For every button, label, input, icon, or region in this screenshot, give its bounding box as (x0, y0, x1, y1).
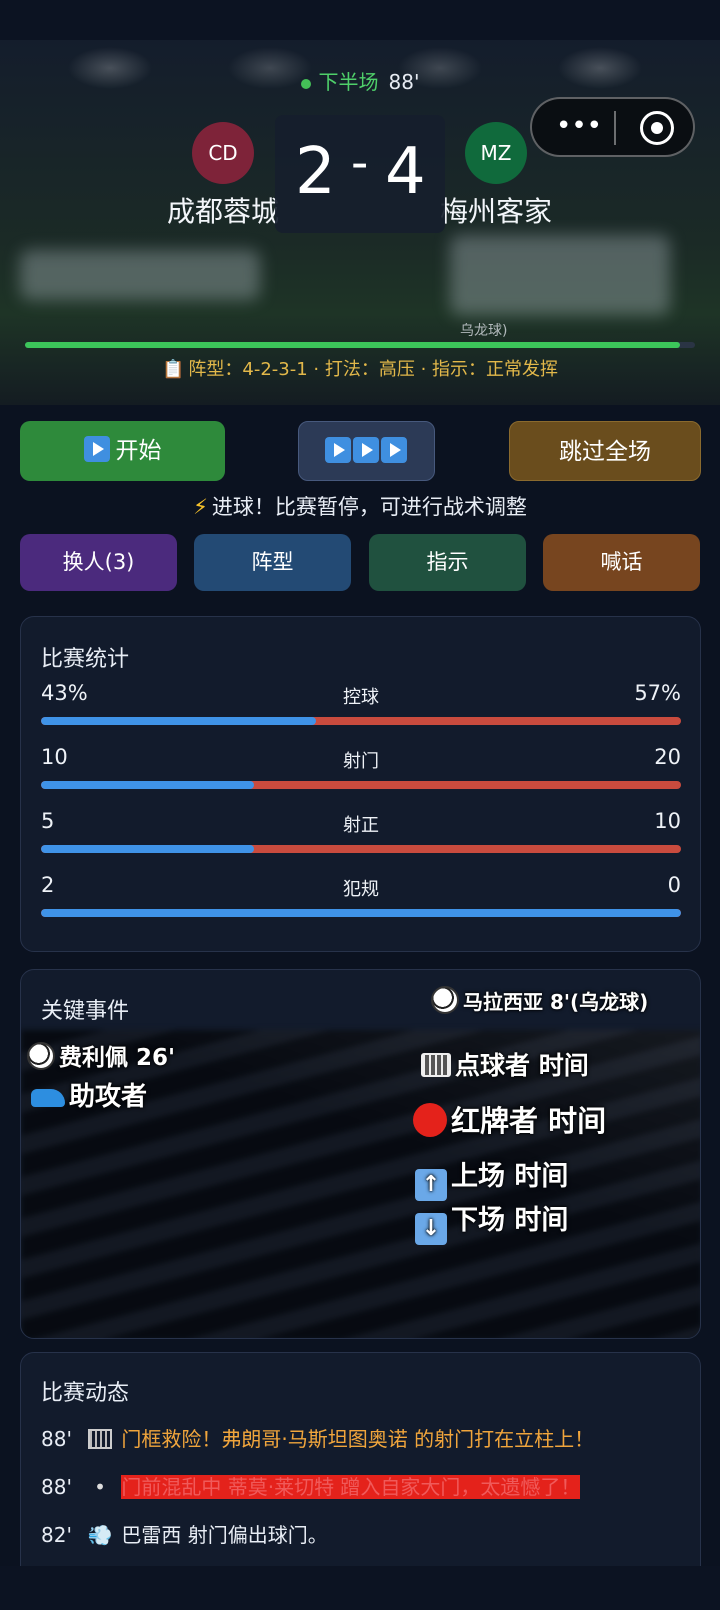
dot-icon: • (94, 1475, 106, 1499)
feed-text: 门前混乱中 蒂莫·莱切特 蹭入自家大门，太遗憾了！ (121, 1475, 581, 1499)
play-icon (380, 437, 407, 463)
wind-icon: 💨 (87, 1523, 113, 1547)
event-hint: 乌龙球) (460, 323, 508, 339)
away-score: 4 (385, 135, 426, 209)
tactics-summary: 📋 阵型：4-2-3-1 · 打法：高压 · 指示：正常发挥 (0, 355, 720, 381)
feed-item: 82' 💨 巴雷西 射门偏出球门。 (41, 1519, 691, 1548)
red-circle-icon (413, 1103, 447, 1137)
event-text: 下场 时间 (451, 1205, 569, 1236)
stat-row-shots-on-target: 5 射正 10 (41, 809, 681, 853)
stat-away-value: 0 (667, 873, 681, 897)
arrow-down-icon: ↓ (415, 1213, 447, 1245)
event-text: 费利佩 26' (59, 1045, 176, 1071)
event-red-card: 红牌者 时间 (413, 1098, 606, 1140)
match-progress-fill (25, 342, 680, 348)
arrow-up-icon: ↑ (415, 1169, 447, 1201)
match-status: 下半场 88' (0, 66, 720, 95)
stat-bar-home (41, 909, 681, 917)
stat-bar-home (41, 717, 317, 725)
event-text: 点球者 时间 (455, 1051, 589, 1080)
match-phase: 下半场 (318, 70, 379, 94)
stat-bar-home (41, 845, 255, 853)
start-button[interactable]: 开始 (20, 421, 225, 481)
bottom-bar (0, 1566, 720, 1610)
home-score: 2 (295, 135, 336, 209)
clipboard-icon: 📋 (161, 359, 185, 380)
feed-item: 88' 门框救险！弗朗哥·马斯坦图奥诺 的射门打在立柱上！ (41, 1423, 691, 1452)
target-icon[interactable] (640, 111, 674, 145)
stat-away-value: 10 (654, 809, 681, 833)
play-icon (324, 437, 351, 463)
match-minute: 88' (388, 70, 420, 94)
sneaker-icon (31, 1089, 65, 1107)
stat-bar (41, 781, 681, 789)
match-stats-panel: 比赛统计 43% 控球 57% 10 射门 20 5 射正 10 2 犯规 0 (20, 616, 701, 952)
stats-title: 比赛统计 (41, 647, 130, 672)
feed-text: 门框救险！弗朗哥·马斯坦图奥诺 的射门打在立柱上！ (121, 1427, 595, 1451)
stat-name: 射正 (343, 815, 379, 836)
key-events-panel: 关键事件 马拉西亚 8'(乌龙球) 费利佩 26' 助攻者 点球者 时间 红牌者… (20, 969, 701, 1339)
events-title: 关键事件 (41, 999, 130, 1024)
play-icon (83, 436, 110, 462)
play-icon (352, 437, 379, 463)
event-penalty: 点球者 时间 (421, 1046, 589, 1082)
event-text: 马拉西亚 8'(乌龙球) (463, 990, 649, 1014)
speed-button[interactable] (298, 421, 435, 481)
instructions-button[interactable]: 指示 (369, 534, 526, 591)
more-icon[interactable]: ••• (554, 111, 604, 141)
notice-text: 进球！比赛暂停，可进行战术调整 (211, 495, 527, 519)
feed-time: 82' (41, 1523, 72, 1547)
stat-row-shots: 10 射门 20 (41, 745, 681, 789)
event-goal: 费利佩 26' (27, 1038, 175, 1072)
match-feed-panel: 比赛动态 88' 门框救险！弗朗哥·马斯坦图奥诺 的射门打在立柱上！ 88' • … (20, 1352, 701, 1602)
mini-program-capsule: ••• (530, 97, 695, 157)
skip-match-button[interactable]: 跳过全场 (509, 421, 701, 481)
stat-bar (41, 845, 681, 853)
stat-bar-home (41, 781, 255, 789)
stat-name: 犯规 (343, 879, 379, 900)
stat-name: 控球 (343, 687, 379, 708)
substitution-button[interactable]: 换人(3) (20, 534, 177, 591)
football-icon (431, 986, 459, 1014)
stat-row-possession: 43% 控球 57% (41, 681, 681, 725)
feed-title: 比赛动态 (41, 1381, 130, 1406)
status-bar (0, 0, 720, 40)
stat-name: 射门 (343, 751, 379, 772)
event-sub-in: ↑ 上场 时间 (415, 1154, 568, 1201)
stat-bar (41, 909, 681, 917)
score-separator: - (351, 135, 369, 191)
event-text: 上场 时间 (451, 1161, 569, 1192)
stat-bar (41, 717, 681, 725)
stat-row-fouls: 2 犯规 0 (41, 873, 681, 917)
tactics-text: 阵型：4-2-3-1 · 打法：高压 · 指示：正常发挥 (188, 359, 559, 380)
goal-net-icon (421, 1053, 451, 1077)
stat-away-value: 57% (634, 681, 681, 705)
event-assist: 助攻者 (31, 1076, 147, 1113)
away-team-badge: MZ (465, 122, 527, 184)
capsule-divider (614, 111, 616, 145)
event-text: 助攻者 (69, 1082, 148, 1112)
formation-button[interactable]: 阵型 (194, 534, 351, 591)
live-dot-icon (300, 78, 311, 89)
event-sub-out: ↓ 下场 时间 (415, 1198, 568, 1245)
feed-time: 88' (41, 1427, 72, 1451)
feed-text: 巴雷西 射门偏出球门。 (121, 1523, 328, 1547)
football-icon (27, 1042, 55, 1070)
lightning-icon: ⚡ (193, 495, 208, 519)
event-text: 红牌者 时间 (451, 1104, 607, 1138)
blurred-overlay-left (20, 250, 260, 300)
stat-away-value: 20 (654, 745, 681, 769)
start-label: 开始 (115, 438, 162, 464)
feed-item: 88' • 门前混乱中 蒂莫·莱切特 蹭入自家大门，太遗憾了！ (41, 1471, 691, 1500)
event-own-goal: 马拉西亚 8'(乌龙球) (431, 986, 648, 1015)
feed-time: 88' (41, 1475, 72, 1499)
shout-button[interactable]: 喊话 (543, 534, 700, 591)
match-progress-bar (25, 342, 695, 348)
blurred-overlay-right (450, 235, 670, 315)
scoreboard: 2 - 4 (275, 115, 445, 233)
goal-frame-icon (85, 1427, 115, 1451)
pause-notice: ⚡ 进球！比赛暂停，可进行战术调整 (0, 491, 720, 521)
home-team-badge: CD (192, 122, 254, 184)
